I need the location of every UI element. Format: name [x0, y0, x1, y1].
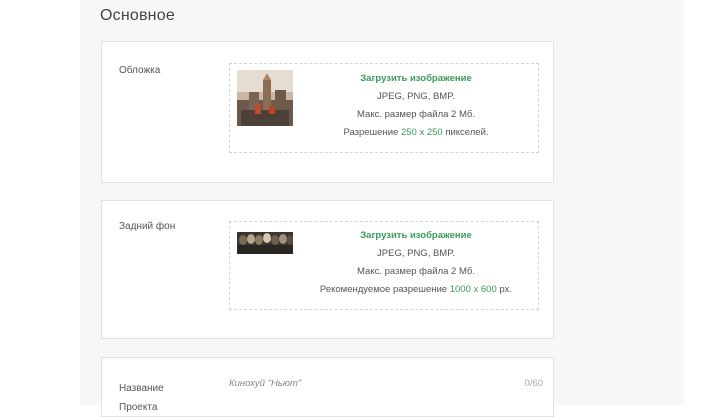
cover-res-suffix: пикселей.: [445, 127, 489, 138]
cover-res-prefix: Разрешение: [343, 127, 399, 138]
background-dropzone[interactable]: Загрузить изображение JPEG, PNG, BMP. Ма…: [229, 221, 539, 310]
background-res-value: 1000 x 600: [449, 284, 497, 295]
section-title: Основное: [100, 7, 175, 24]
background-resolution: Рекомендуемое разрешение 1000 x 600 px.: [300, 281, 532, 299]
background-upload-info: Загрузить изображение JPEG, PNG, BMP. Ма…: [300, 227, 532, 299]
cover-resolution: Разрешение 250 x 250 пикселей.: [300, 124, 532, 142]
background-thumbnail: [237, 232, 293, 254]
background-res-suffix: px.: [499, 284, 513, 295]
cover-thumbnail: [237, 70, 293, 126]
background-label: Задний фон: [119, 221, 176, 232]
project-name-placeholder: Кинохуй "Ньют": [229, 378, 302, 389]
background-formats: JPEG, PNG, BMP.: [377, 248, 455, 259]
background-card: Задний фон Загрузить изображение JPEG, P…: [101, 200, 554, 339]
project-name-card: Название Проекта Кинохуй "Ньют" 0/60: [101, 357, 554, 417]
background-max-size: Макс. размер файла 2 Мб.: [357, 266, 475, 277]
cover-dropzone[interactable]: Загрузить изображение JPEG, PNG, BMP. Ма…: [229, 63, 539, 153]
cover-res-value: 250 x 250: [400, 127, 443, 138]
background-upload-link[interactable]: Загрузить изображение: [360, 230, 472, 241]
project-name-input[interactable]: Кинохуй "Ньют" 0/60: [229, 378, 543, 398]
project-name-counter: 0/60: [524, 378, 544, 389]
cover-upload-link[interactable]: Загрузить изображение: [360, 73, 472, 84]
cover-label: Обложка: [119, 65, 161, 76]
cover-card: Обложка Загрузить изображение JPEG, PNG,…: [101, 41, 554, 183]
cover-upload-info: Загрузить изображение JPEG, PNG, BMP. Ма…: [300, 70, 532, 142]
background-res-prefix: Рекомендуемое разрешение: [319, 284, 448, 295]
project-name-label: Название Проекта: [119, 383, 164, 413]
cover-formats: JPEG, PNG, BMP.: [377, 91, 455, 102]
cover-max-size: Макс. размер файла 2 Мб.: [357, 109, 475, 120]
